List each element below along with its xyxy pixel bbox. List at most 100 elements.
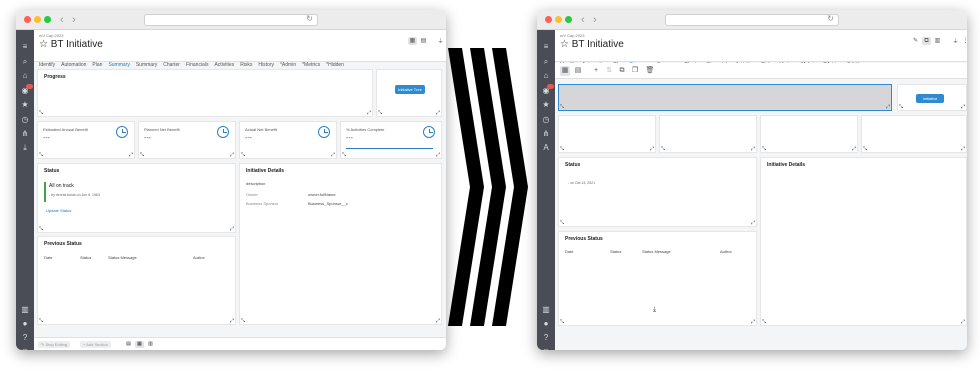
resize-handle-icon[interactable]: ⤢	[751, 147, 755, 152]
download-icon[interactable]: ⤓	[16, 143, 34, 153]
resize-handle-icon[interactable]: ⤢	[886, 105, 890, 110]
hierarchy-icon[interactable]: ⋔	[537, 129, 555, 139]
duplicate-icon[interactable]: ⧉	[617, 66, 627, 76]
resize-handle-icon[interactable]: ⤢	[961, 147, 965, 152]
minimize-window-button[interactable]	[34, 16, 41, 23]
star-icon[interactable]: ★	[16, 100, 34, 110]
clock-icon[interactable]: ◷	[16, 115, 34, 125]
initiative-tree-button[interactable]: Initiative Tree	[395, 85, 425, 94]
pin-icon[interactable]: ⍊	[436, 37, 445, 45]
update-status-link[interactable]: Update Status	[46, 208, 71, 213]
resize-handle-icon[interactable]: ⤡	[899, 105, 903, 110]
back-arrow-icon[interactable]: ‹	[60, 13, 64, 27]
home-icon[interactable]: ⌂	[537, 71, 555, 81]
resize-handle-icon[interactable]: ⤢	[852, 147, 856, 152]
resize-handle-icon[interactable]: ⤡	[762, 147, 766, 152]
brand-logo-icon[interactable]: ◎	[537, 347, 555, 350]
search-icon[interactable]: ⌕	[16, 57, 34, 67]
user-icon[interactable]: ●	[537, 319, 555, 329]
star-icon[interactable]: ★	[537, 100, 555, 110]
zoom-window-button[interactable]	[44, 16, 51, 23]
address-bar[interactable]: ↻	[665, 14, 839, 26]
list-view-icon[interactable]: ▤	[419, 37, 428, 45]
address-bar[interactable]: ↻	[144, 14, 318, 26]
resize-handle-icon[interactable]: ⤡	[661, 147, 665, 152]
resize-handle-icon[interactable]: ⤡	[762, 320, 766, 325]
resize-handle-icon[interactable]: ⤡	[39, 111, 43, 116]
scroll-to-bottom-icon[interactable]: ⤓	[653, 306, 656, 314]
resize-handle-icon[interactable]: ⤡	[39, 319, 43, 324]
forward-arrow-icon[interactable]: ›	[593, 13, 597, 27]
resize-handle-icon[interactable]: ⤡	[560, 320, 564, 325]
list-layout-icon[interactable]: ▤	[573, 66, 583, 76]
resize-handle-icon[interactable]: ⤡	[378, 111, 382, 116]
resize-handle-icon[interactable]: ⤢	[230, 153, 234, 158]
resize-handle-icon[interactable]: ⤡	[560, 147, 564, 152]
back-arrow-icon[interactable]: ‹	[581, 13, 585, 27]
page-header: mV Cap 2023 ☆ BT Initiative IdentifyAuto…	[555, 30, 968, 71]
resize-handle-icon[interactable]: ⤡	[342, 153, 346, 158]
reload-icon[interactable]: ↻	[306, 14, 313, 23]
resize-handle-icon[interactable]: ⤡	[39, 227, 43, 232]
hierarchy-icon[interactable]: ⋔	[16, 129, 34, 139]
search-icon[interactable]: ⌕	[537, 57, 555, 67]
resize-handle-icon[interactable]: ⤢	[367, 111, 371, 116]
copy-icon[interactable]: ❐	[630, 66, 640, 76]
sort-icon[interactable]: ⇅	[604, 66, 614, 76]
menu-icon[interactable]: ≡	[16, 42, 34, 52]
minimize-window-button[interactable]	[555, 16, 562, 23]
resize-handle-icon[interactable]: ⤢	[751, 320, 755, 325]
resize-handle-icon[interactable]: ⤢	[230, 319, 234, 324]
brand-logo-icon[interactable]: ◎	[16, 347, 34, 350]
initiative-button[interactable]: Initiative	[916, 94, 944, 103]
copy-view-icon[interactable]: ⧉	[922, 37, 931, 45]
add-icon[interactable]: +	[591, 66, 601, 76]
forward-arrow-icon[interactable]: ›	[72, 13, 76, 27]
clock-icon[interactable]: ◷	[537, 115, 555, 125]
resize-handle-icon[interactable]: ⤢	[436, 153, 440, 158]
add-section-button[interactable]: + Add Section	[80, 341, 111, 348]
delete-icon[interactable]: ▥	[933, 37, 942, 45]
breadcrumb[interactable]: mV Cap 2023	[560, 33, 584, 38]
resize-handle-icon[interactable]: ⤡	[560, 221, 564, 226]
grid-view-icon[interactable]: ▦	[408, 37, 417, 45]
user-icon[interactable]: ●	[16, 319, 34, 329]
resize-handle-icon[interactable]: ⤢	[331, 153, 335, 158]
menu-icon[interactable]: ≡	[537, 42, 555, 52]
resize-handle-icon[interactable]: ⤢	[436, 111, 440, 116]
library-icon[interactable]: ▥	[537, 305, 555, 315]
selected-section[interactable]: ⤡ ⤢	[558, 84, 892, 111]
help-icon[interactable]: ?	[537, 333, 555, 343]
zoom-window-button[interactable]	[565, 16, 572, 23]
resize-handle-icon[interactable]: ⤡	[560, 105, 564, 110]
home-icon[interactable]: ⌂	[16, 71, 34, 81]
resize-handle-icon[interactable]: ⤡	[863, 147, 867, 152]
stop-editing-button[interactable]: ✎ Stop Editing	[38, 341, 71, 348]
layout-three-icon[interactable]: ▥	[146, 341, 155, 348]
close-window-button[interactable]	[24, 16, 31, 23]
resize-handle-icon[interactable]: ⤡	[241, 319, 245, 324]
resize-handle-icon[interactable]: ⤡	[241, 153, 245, 158]
resize-handle-icon[interactable]: ⤢	[961, 105, 965, 110]
wrench-icon[interactable]: ✎	[911, 37, 920, 45]
resize-handle-icon[interactable]: ⤢	[961, 320, 965, 325]
resize-handle-icon[interactable]: ⤢	[436, 319, 440, 324]
breadcrumb[interactable]: mV Cap 2023	[39, 33, 63, 38]
resize-handle-icon[interactable]: ⤢	[129, 153, 133, 158]
resize-handle-icon[interactable]: ⤡	[140, 153, 144, 158]
admin-icon[interactable]: A	[537, 143, 555, 153]
reload-icon[interactable]: ↻	[827, 14, 834, 23]
resize-handle-icon[interactable]: ⤡	[39, 153, 43, 158]
grid-layout-icon[interactable]: ▦	[560, 66, 570, 76]
layout-one-icon[interactable]: ▤	[124, 341, 133, 348]
close-window-button[interactable]	[545, 16, 552, 23]
library-icon[interactable]: ▥	[16, 305, 34, 315]
resize-handle-icon[interactable]: ⤢	[650, 147, 654, 152]
layout-two-icon[interactable]: ▦	[135, 341, 144, 348]
more-options-icon[interactable]: ⋮	[961, 37, 968, 45]
resize-handle-icon[interactable]: ⤢	[230, 227, 234, 232]
resize-handle-icon[interactable]: ⤢	[751, 221, 755, 226]
help-icon[interactable]: ?	[16, 333, 34, 343]
trash-icon[interactable]: 🗑	[645, 66, 655, 76]
pin-icon[interactable]: ⍊	[951, 37, 960, 45]
